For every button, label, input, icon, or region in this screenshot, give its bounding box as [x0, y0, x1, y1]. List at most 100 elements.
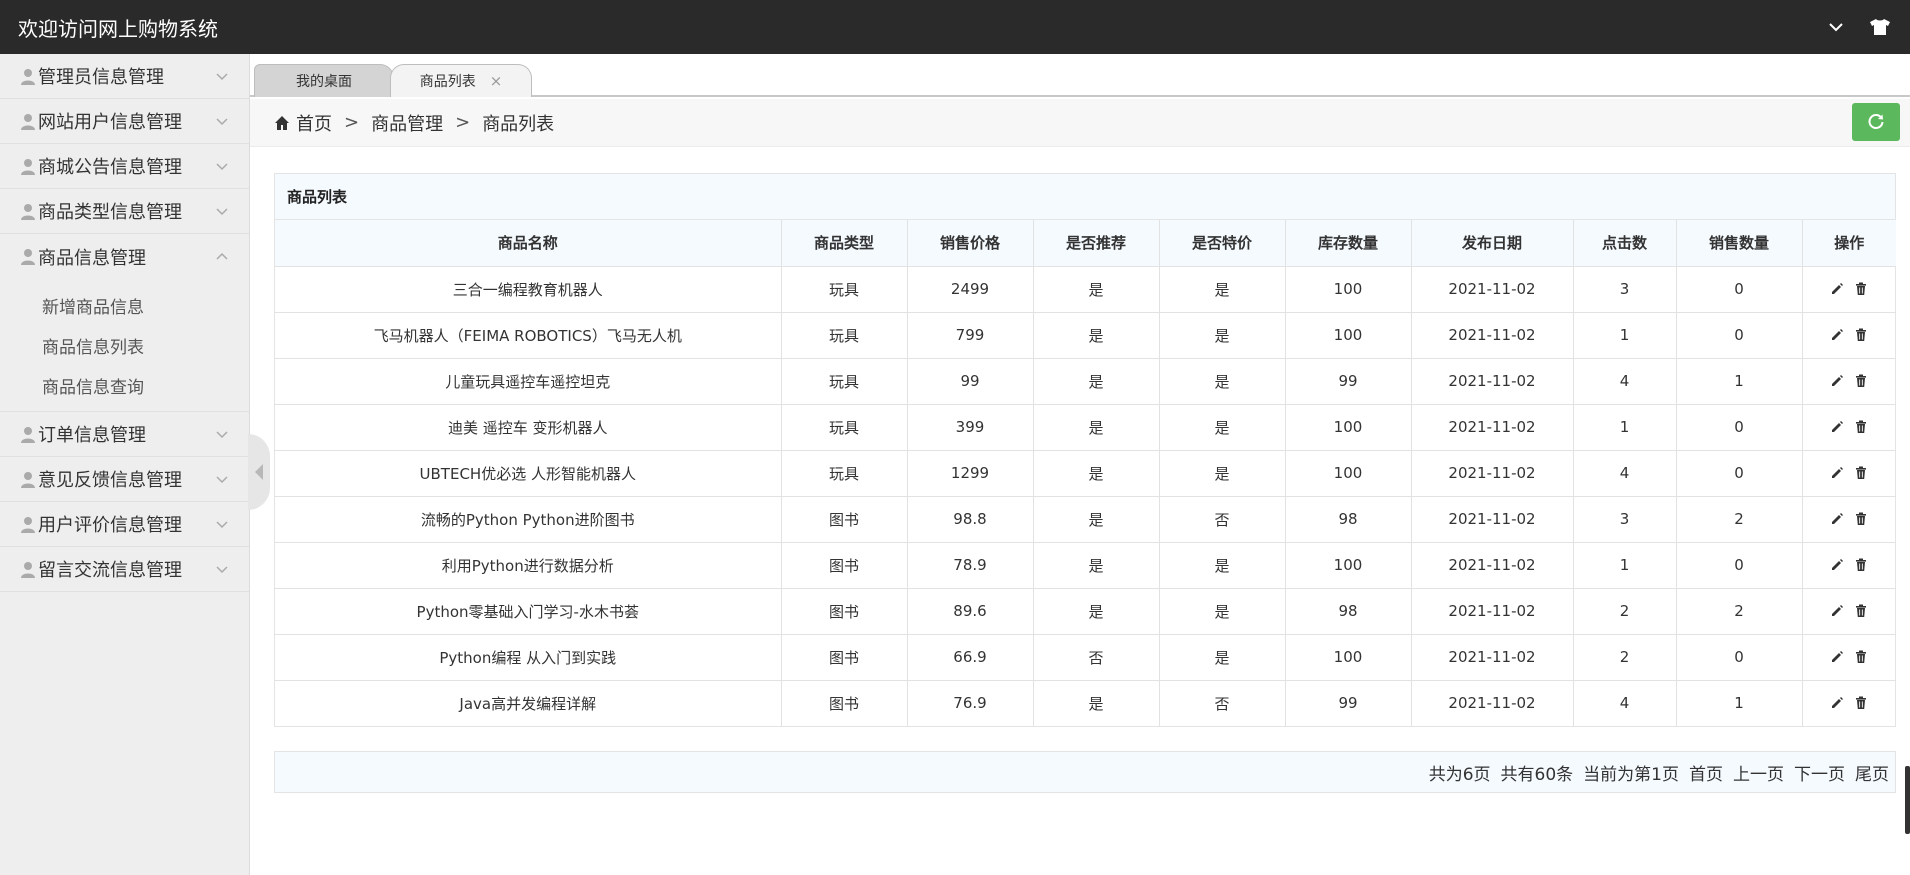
submenu-item-add-goods[interactable]: 新增商品信息: [0, 285, 249, 325]
breadcrumb-level2: 商品列表: [482, 113, 555, 135]
column-header: 库存数量: [1284, 220, 1412, 267]
edit-icon[interactable]: [1830, 282, 1844, 296]
table-cell: 2021-11-02: [1410, 495, 1574, 543]
table-cell: 99: [1284, 679, 1412, 726]
chevron-up-icon: [216, 252, 228, 260]
row-actions: [1801, 495, 1896, 543]
column-header: 发布日期: [1410, 220, 1574, 267]
table-cell: 2021-11-02: [1410, 357, 1574, 405]
sidebar-item-reviews[interactable]: 用户评价信息管理: [0, 502, 249, 547]
table-cell: 儿童玩具遥控车遥控坦克: [275, 357, 782, 405]
breadcrumb-home[interactable]: 首页: [296, 110, 332, 136]
table-cell: 图书: [780, 541, 908, 589]
delete-icon[interactable]: [1854, 650, 1868, 664]
goods-list-panel: 商品列表 商品名称 商品类型 销售价格 是否推荐 是否特价 库存数量 发布日期 …: [274, 173, 1896, 727]
delete-icon[interactable]: [1854, 328, 1868, 342]
table-cell: 2: [1675, 587, 1803, 635]
table-cell: 是: [1032, 403, 1160, 451]
table-cell: 是: [1032, 495, 1160, 543]
table-cell: 4: [1572, 449, 1677, 497]
column-header: 销售数量: [1675, 220, 1803, 267]
scrollbar-thumb[interactable]: [1905, 766, 1910, 834]
chevron-down-icon: [216, 73, 228, 81]
sidebar-item-site-users[interactable]: 网站用户信息管理: [0, 99, 249, 144]
delete-icon[interactable]: [1854, 374, 1868, 388]
chevron-down-icon: [216, 431, 228, 439]
user-icon: [21, 471, 35, 488]
table-cell: 是: [1158, 403, 1286, 451]
delete-icon[interactable]: [1854, 420, 1868, 434]
breadcrumb: 首页 > 商品管理 > 商品列表: [250, 99, 1910, 147]
current-page: 当前为第1页: [1583, 764, 1679, 785]
home-icon: [275, 115, 289, 130]
table-row: Python编程 从入门到实践 图书 66.9 否是 100 2021-11-02 2 0: [275, 633, 1896, 681]
table-cell: 0: [1675, 449, 1803, 497]
table-cell: 玩具: [780, 357, 908, 405]
table-row: UBTECH优必选 人形智能机器人 玩具 1299 是是 100 2021-11-02 4 0: [275, 449, 1896, 497]
edit-icon[interactable]: [1830, 558, 1844, 572]
delete-icon[interactable]: [1854, 558, 1868, 572]
delete-icon[interactable]: [1854, 466, 1868, 480]
sidebar-item-messages[interactable]: 留言交流信息管理: [0, 547, 249, 592]
sidebar-item-goods[interactable]: 商品信息管理: [0, 234, 249, 279]
column-header: 是否推荐: [1032, 220, 1160, 267]
edit-icon[interactable]: [1830, 466, 1844, 480]
sidebar-item-admin[interactable]: 管理员信息管理: [0, 54, 249, 99]
row-actions: [1801, 679, 1896, 726]
shirt-icon[interactable]: [1858, 0, 1902, 54]
sidebar-item-announcements[interactable]: 商城公告信息管理: [0, 144, 249, 189]
chevron-down-icon[interactable]: [1814, 0, 1858, 54]
submenu-item-goods-query[interactable]: 商品信息查询: [0, 365, 249, 405]
sidebar-item-orders[interactable]: 订单信息管理: [0, 412, 249, 457]
column-header: 销售价格: [906, 220, 1034, 267]
sidebar-item-label: 商品信息管理: [38, 247, 146, 269]
table-cell: 是: [1158, 357, 1286, 405]
edit-icon[interactable]: [1830, 650, 1844, 664]
close-icon[interactable]: ×: [490, 72, 503, 90]
edit-icon[interactable]: [1830, 604, 1844, 618]
table-cell: 799: [906, 311, 1034, 359]
sidebar-collapse-handle[interactable]: [248, 434, 270, 510]
tab-label: 我的桌面: [296, 74, 352, 90]
last-page-link[interactable]: 尾页: [1855, 760, 1889, 785]
panel-title: 商品列表: [275, 174, 1895, 220]
table-cell: 98.8: [906, 495, 1034, 543]
table-cell: 99: [906, 357, 1034, 405]
table-cell: 2021-11-02: [1410, 265, 1574, 313]
delete-icon[interactable]: [1854, 696, 1868, 710]
tab-desktop[interactable]: 我的桌面: [254, 64, 394, 97]
prev-page-link[interactable]: 上一页: [1733, 760, 1784, 785]
breadcrumb-separator: >: [455, 112, 471, 133]
edit-icon[interactable]: [1830, 696, 1844, 710]
column-header: 商品名称: [275, 220, 782, 267]
breadcrumb-level1[interactable]: 商品管理: [371, 110, 443, 136]
edit-icon[interactable]: [1830, 328, 1844, 342]
refresh-button[interactable]: [1852, 103, 1900, 141]
next-page-link[interactable]: 下一页: [1794, 760, 1845, 785]
first-page-link[interactable]: 首页: [1689, 760, 1723, 785]
delete-icon[interactable]: [1854, 512, 1868, 526]
edit-icon[interactable]: [1830, 374, 1844, 388]
chevron-down-icon: [216, 566, 228, 574]
sidebar-item-goods-types[interactable]: 商品类型信息管理: [0, 189, 249, 234]
delete-icon[interactable]: [1854, 282, 1868, 296]
table-cell: 4: [1572, 357, 1677, 405]
sidebar-item-feedback[interactable]: 意见反馈信息管理: [0, 457, 249, 502]
edit-icon[interactable]: [1830, 420, 1844, 434]
table-cell: 是: [1032, 679, 1160, 726]
table-cell: 1: [1675, 679, 1803, 726]
edit-icon[interactable]: [1830, 512, 1844, 526]
breadcrumb-separator: >: [344, 112, 360, 133]
table-cell: 0: [1675, 265, 1803, 313]
sidebar-item-label: 管理员信息管理: [38, 67, 164, 88]
user-icon: [21, 426, 35, 443]
chevron-down-icon: [216, 521, 228, 529]
submenu-item-goods-list[interactable]: 商品信息列表: [0, 325, 249, 365]
delete-icon[interactable]: [1854, 604, 1868, 618]
table-cell: Python编程 从入门到实践: [275, 633, 782, 681]
table-cell: 66.9: [906, 633, 1034, 681]
refresh-icon: [1868, 114, 1884, 129]
row-actions: [1801, 311, 1896, 359]
table-cell: 2: [1572, 587, 1677, 635]
tab-goods-list[interactable]: 商品列表 ×: [390, 64, 532, 97]
